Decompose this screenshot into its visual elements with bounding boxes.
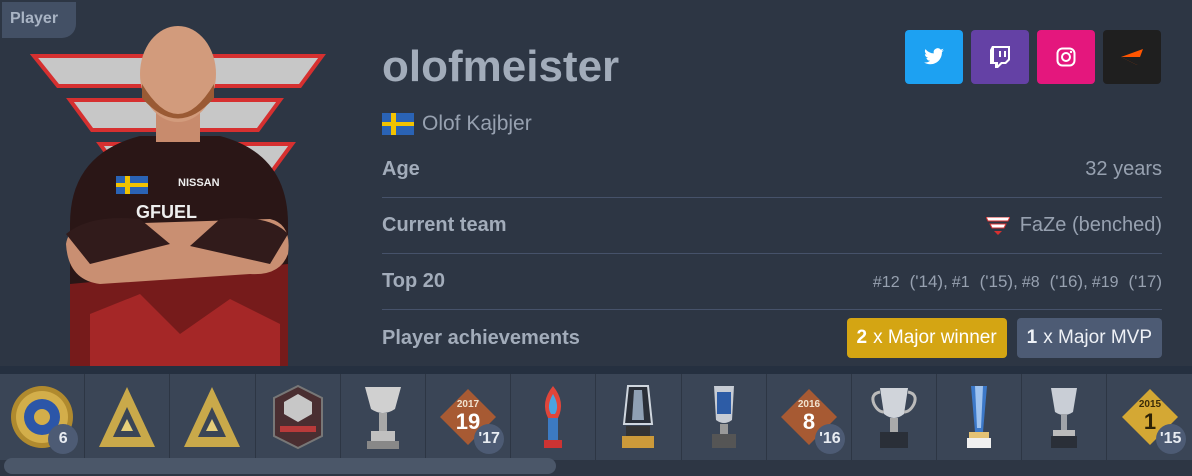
instagram-button[interactable]: [1037, 30, 1095, 84]
instagram-icon: [1056, 47, 1076, 67]
achievements-row: Player achievements 2x Major winner 1x M…: [382, 310, 1162, 366]
blast-trophy-icon: [184, 387, 241, 447]
svg-text:NISSAN: NISSAN: [178, 177, 220, 189]
player-real-name: Olof Kajbjer: [422, 112, 532, 135]
silver-goblet-icon: [1051, 388, 1078, 448]
social-links: [905, 30, 1161, 84]
svg-text:GFUEL: GFUEL: [136, 202, 197, 222]
trophy-item[interactable]: [511, 374, 597, 460]
top20-rank: 8: [803, 409, 815, 434]
team-link[interactable]: FaZe (benched): [985, 214, 1162, 237]
trophy-item[interactable]: 2016 8 '16: [767, 374, 852, 460]
silver-cup-handles-icon: [871, 388, 917, 448]
player-photo: NISSAN GFUEL: [30, 26, 326, 366]
trophy-item[interactable]: [1022, 374, 1108, 460]
team-value: FaZe (benched): [1019, 214, 1162, 236]
age-value: 32 years: [1085, 158, 1162, 180]
player-header: Player NISSAN GFUEL olofmeister Olof Kaj…: [0, 0, 1192, 368]
top20-entry[interactable]: #8 ('16),: [1022, 272, 1088, 292]
crystal-trophy-icon: [622, 385, 655, 448]
trophy-item[interactable]: 2015 1 '15: [1107, 374, 1192, 460]
age-label: Age: [382, 158, 420, 180]
player-nickname: olofmeister: [382, 42, 620, 91]
sweden-flag-icon: [382, 113, 414, 135]
player-realname-line: Olof Kajbjer: [382, 112, 532, 136]
trophy-year-badge: '15: [1155, 424, 1186, 454]
blast-trophy-icon: [99, 387, 156, 447]
trophy-scrollbar-thumb[interactable]: [4, 458, 556, 474]
top20-entry[interactable]: #12 ('14),: [873, 272, 948, 292]
major-mvp-badge[interactable]: 1x Major MVP: [1016, 318, 1162, 358]
achievements-badges: 2x Major winner 1x Major MVP: [846, 318, 1162, 358]
top20-row: Top 20 #12 ('14), #1 ('15), #8 ('16), #19 ('…: [382, 254, 1162, 310]
trophy-item[interactable]: 6: [0, 374, 86, 460]
twitter-button[interactable]: [905, 30, 963, 84]
blue-pillar-trophy-icon: [967, 386, 992, 448]
trophy-item[interactable]: [682, 374, 767, 460]
trophy-item[interactable]: [85, 374, 171, 460]
twitter-icon: [924, 48, 944, 65]
trophy-year-badge: '16: [814, 424, 845, 454]
trophy-item[interactable]: [341, 374, 426, 460]
trophy-item[interactable]: [170, 374, 256, 460]
trophy-item[interactable]: [937, 374, 1023, 460]
top20-entry[interactable]: #1 ('15),: [952, 272, 1018, 292]
trophy-item[interactable]: [596, 374, 682, 460]
twitch-button[interactable]: [971, 30, 1029, 84]
trophy-item[interactable]: 2017 19 '17: [426, 374, 512, 460]
team-row: Current team FaZe (benched): [382, 198, 1162, 254]
top20-rank: 1: [1143, 409, 1155, 434]
trophy-year-badge: '17: [474, 424, 505, 454]
twitch-icon: [990, 46, 1010, 68]
faze-logo-icon: [985, 216, 1010, 235]
esl-trophy-icon: [711, 386, 736, 448]
team-label: Current team: [382, 214, 507, 236]
trophy-item[interactable]: [256, 374, 341, 460]
top20-list: #12 ('14), #1 ('15), #8 ('16), #19 ('17): [873, 272, 1162, 292]
achievements-label: Player achievements: [382, 326, 580, 349]
trophy-strip: 6 2017 19 '17 2016 8 '16 2015 1 '15: [0, 374, 1192, 460]
age-row: Age 32 years: [382, 142, 1162, 198]
eleague-invitational-icon: [272, 384, 323, 450]
trophy-item[interactable]: [852, 374, 938, 460]
top20-label: Top 20: [382, 270, 445, 292]
silver-cup-icon: [364, 387, 401, 449]
trophy-count-badge: 6: [48, 424, 79, 454]
red-flame-trophy-icon: [544, 386, 563, 448]
major-winner-badge[interactable]: 2x Major winner: [846, 318, 1007, 358]
section-divider: [0, 366, 1192, 374]
faceit-button[interactable]: [1103, 30, 1161, 84]
top20-entry[interactable]: #19 ('17): [1092, 272, 1162, 292]
faceit-icon: [1121, 49, 1143, 65]
